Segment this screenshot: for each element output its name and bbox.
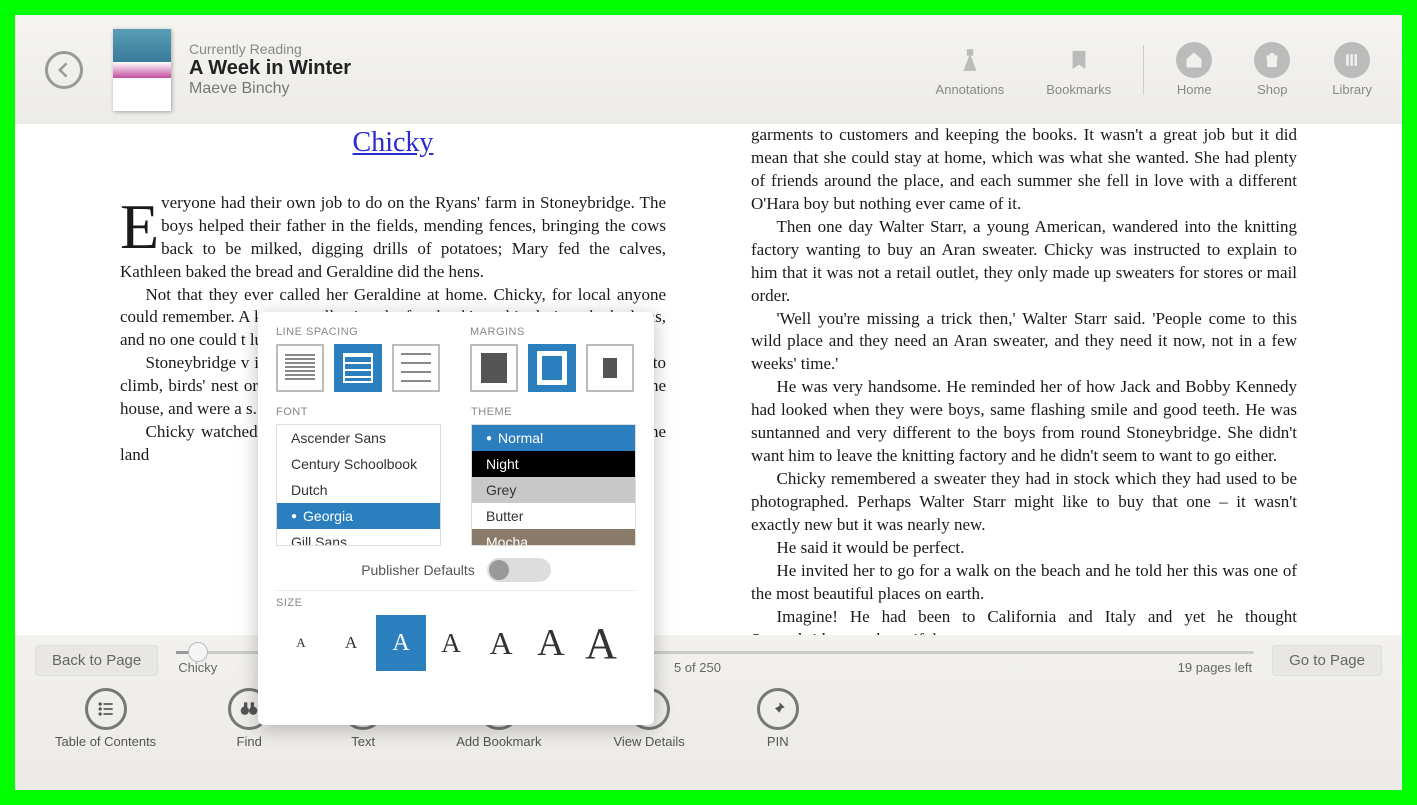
library-label: Library [1332, 82, 1372, 97]
annotations-button[interactable]: Annotations [936, 42, 1005, 97]
para-r6: He said it would be perfect. [751, 537, 1297, 560]
divider [276, 590, 636, 591]
reader-area: Chicky Everyone had their own job to do … [15, 124, 1402, 635]
dropcap: E [120, 192, 161, 256]
para-r4: He was very handsome. He reminded her of… [751, 376, 1297, 468]
line-spacing-tight[interactable] [276, 344, 324, 392]
margins-label: MARGINS [470, 326, 634, 338]
size-1[interactable]: A [276, 615, 326, 671]
font-label: FONT [276, 406, 441, 418]
library-button[interactable]: Library [1332, 42, 1372, 97]
font-list[interactable]: Ascender Sans Century Schoolbook Dutch ●… [276, 424, 441, 546]
size-4[interactable]: A [426, 615, 476, 671]
theme-night[interactable]: Night [472, 451, 635, 477]
size-3[interactable]: A [376, 615, 426, 671]
publisher-defaults-label: Publisher Defaults [361, 562, 475, 578]
home-button[interactable]: Home [1176, 42, 1212, 97]
para-r3: 'Well you're missing a trick then,' Walt… [751, 308, 1297, 377]
theme-normal[interactable]: ●Normal [472, 425, 635, 451]
pin-button[interactable]: PIN [757, 688, 799, 749]
page-counter: 5 of 250 [674, 660, 721, 675]
home-label: Home [1177, 82, 1212, 97]
line-spacing-medium[interactable] [334, 344, 382, 392]
chapter-title[interactable]: Chicky [120, 124, 666, 162]
pages-left: 19 pages left [1178, 660, 1252, 675]
margins-narrow[interactable] [470, 344, 518, 392]
font-option[interactable]: Ascender Sans [277, 425, 440, 451]
size-7[interactable]: A [576, 615, 626, 671]
pin-label: PIN [767, 734, 789, 749]
font-option[interactable]: Dutch [277, 477, 440, 503]
toc-label: Table of Contents [55, 734, 156, 749]
size-options: A A A A A A A [276, 615, 636, 671]
para-r7: He invited her to go for a walk on the b… [751, 560, 1297, 606]
currently-reading-label: Currently Reading [189, 41, 351, 57]
publisher-defaults-toggle[interactable] [487, 558, 551, 582]
bookmarks-label: Bookmarks [1046, 82, 1111, 97]
find-label: Find [237, 734, 262, 749]
top-bar: Currently Reading A Week in Winter Maeve… [15, 15, 1402, 124]
theme-butter[interactable]: Butter [472, 503, 635, 529]
shop-label: Shop [1257, 82, 1287, 97]
margins-wide[interactable] [586, 344, 634, 392]
theme-mocha[interactable]: Mocha [472, 529, 635, 546]
para-r5: Chicky remembered a sweater they had in … [751, 468, 1297, 537]
text-label: Text [351, 734, 375, 749]
list-icon [85, 688, 127, 730]
margins-medium[interactable] [528, 344, 576, 392]
back-to-page-button[interactable]: Back to Page [35, 645, 158, 676]
book-author: Maeve Binchy [189, 80, 351, 98]
view-details-label: View Details [613, 734, 684, 749]
theme-list[interactable]: ●Normal Night Grey Butter Mocha [471, 424, 636, 546]
book-title: A Week in Winter [189, 57, 351, 80]
right-page: garments to customers and keeping the bo… [726, 124, 1382, 635]
book-meta: Currently Reading A Week in Winter Maeve… [189, 41, 351, 98]
line-spacing-label: LINE SPACING [276, 326, 440, 338]
font-option[interactable]: Gill Sans [277, 529, 440, 546]
separator [1143, 45, 1144, 95]
annotations-label: Annotations [936, 82, 1005, 97]
font-option[interactable]: Century Schoolbook [277, 451, 440, 477]
text-settings-popup: LINE SPACING MARGINS FONT [258, 312, 654, 725]
line-spacing-wide[interactable] [392, 344, 440, 392]
book-cover-thumbnail[interactable] [113, 29, 171, 111]
add-bookmark-label: Add Bookmark [456, 734, 541, 749]
size-6[interactable]: A [526, 615, 576, 671]
shop-button[interactable]: Shop [1254, 42, 1290, 97]
para-r1: garments to customers and keeping the bo… [751, 124, 1297, 216]
bookmarks-button[interactable]: Bookmarks [1046, 42, 1111, 97]
pin-icon [757, 688, 799, 730]
para-r2: Then one day Walter Starr, a young Ameri… [751, 216, 1297, 308]
go-to-page-button[interactable]: Go to Page [1272, 645, 1382, 676]
back-button[interactable] [45, 51, 83, 89]
bottom-bar: Back to Page Chicky 5 of 250 19 pages le… [15, 635, 1402, 790]
para-r8: Imagine! He had been to California and I… [751, 606, 1297, 635]
font-option-selected[interactable]: ●Georgia [277, 503, 440, 529]
size-label: SIZE [276, 597, 636, 609]
theme-grey[interactable]: Grey [472, 477, 635, 503]
toc-button[interactable]: Table of Contents [55, 688, 156, 749]
size-5[interactable]: A [476, 615, 526, 671]
size-2[interactable]: A [326, 615, 376, 671]
theme-label: THEME [471, 406, 636, 418]
para-1: veryone had their own job to do on the R… [120, 193, 666, 281]
